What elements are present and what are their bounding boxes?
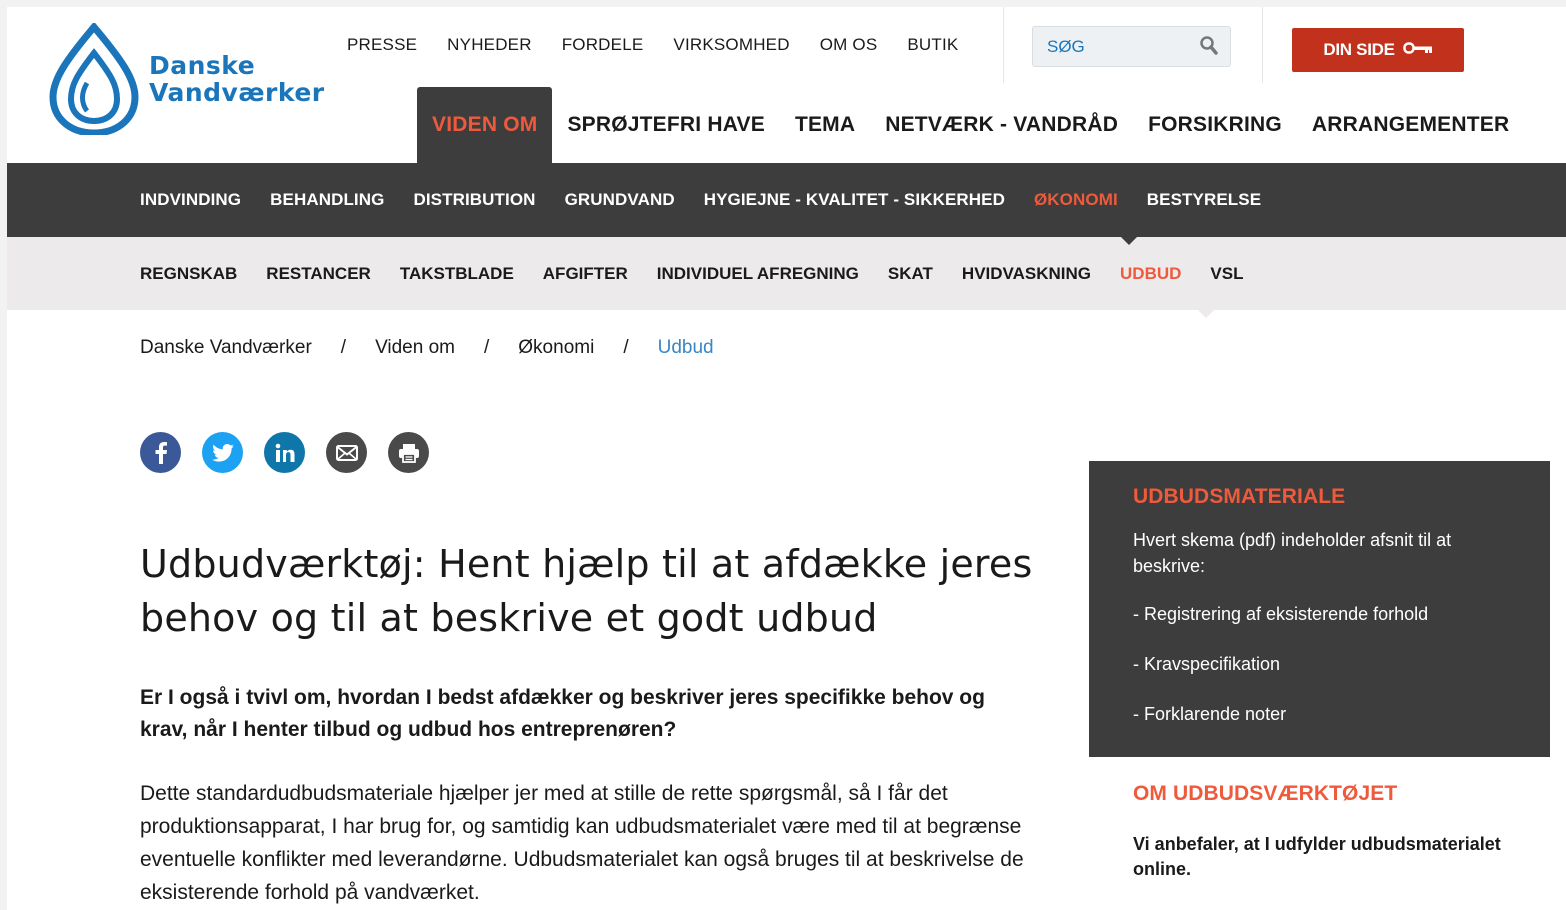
share-bar <box>140 432 450 473</box>
sub-sub-nav: REGNSKAB RESTANCER TAKSTBLADE AFGIFTER I… <box>7 237 1566 310</box>
breadcrumb-current: Udbud <box>657 337 714 358</box>
subsub-nav-afgifter[interactable]: AFGIFTER <box>543 264 628 284</box>
article-body: Dette standardudbudsmateriale hjælper je… <box>140 782 1024 904</box>
search-input[interactable] <box>1033 27 1193 66</box>
active-caret <box>1121 237 1137 245</box>
main-nav-arrangementer[interactable]: ARRANGEMENTER <box>1297 87 1524 163</box>
main-nav-netvaerk-vandraad[interactable]: NETVÆRK - VANDRÅD <box>870 87 1133 163</box>
breadcrumb-separator: / <box>340 337 347 358</box>
active-caret <box>1197 309 1215 318</box>
sidebar-box-item: - Kravspecifikation <box>1133 654 1281 674</box>
subsub-nav-individuel-afregning[interactable]: INDIVIDUEL AFREGNING <box>657 264 859 284</box>
subsub-nav-restancer[interactable]: RESTANCER <box>266 264 371 284</box>
subsub-nav-regnskab[interactable]: REGNSKAB <box>140 264 237 284</box>
breadcrumb-item[interactable]: Økonomi <box>518 337 594 359</box>
breadcrumb-separator: / <box>484 337 490 358</box>
logo-line-1: Danske <box>149 51 256 80</box>
sub-nav-grundvand[interactable]: GRUNDVAND <box>565 190 675 210</box>
logo-text: Danske Vandværker <box>149 52 325 106</box>
water-drop-logo-icon <box>49 23 139 135</box>
linkedin-icon[interactable] <box>264 432 305 473</box>
key-icon <box>1402 40 1433 60</box>
facebook-icon[interactable] <box>140 432 181 473</box>
header-divider <box>1003 7 1004 83</box>
site-header: Danske Vandværker PRESSE NYHEDER FORDELE… <box>7 7 1566 163</box>
mail-icon[interactable] <box>326 432 367 473</box>
subsub-nav-skat[interactable]: SKAT <box>888 264 933 284</box>
subsub-nav-takstblade[interactable]: TAKSTBLADE <box>400 264 514 284</box>
main-nav-forsikring[interactable]: FORSIKRING <box>1133 87 1297 163</box>
sub-nav-indvinding[interactable]: INDVINDING <box>140 190 241 210</box>
sidebar-box-item: - Registrering af eksisterende forhold <box>1133 604 1429 624</box>
page-title: Udbudværktøj: Hent hjælp til at afdække … <box>140 542 1033 640</box>
din-side-label: DIN SIDE <box>1323 40 1395 59</box>
search-icon[interactable] <box>1200 36 1218 61</box>
sidebar-section-title: OM UDBUDSVÆRKTØJET <box>1133 782 1398 805</box>
main-nav-tema[interactable]: TEMA <box>780 87 870 163</box>
top-nav-fordele[interactable]: FORDELE <box>562 35 644 55</box>
breadcrumb-separator: / <box>623 337 629 358</box>
page: Danske Vandværker PRESSE NYHEDER FORDELE… <box>7 7 1566 910</box>
top-nav-nyheder[interactable]: NYHEDER <box>447 35 532 55</box>
sidebar-box-title: UDBUDSMATERIALE <box>1133 485 1346 508</box>
sub-nav-distribution[interactable]: DISTRIBUTION <box>413 190 535 210</box>
main-nav-sproejtefri-have[interactable]: SPRØJTEFRI HAVE <box>552 87 779 163</box>
sub-nav: INDVINDING BEHANDLING DISTRIBUTION GRUND… <box>7 163 1566 237</box>
din-side-button[interactable]: DIN SIDE <box>1292 28 1464 72</box>
search-box <box>1032 26 1231 67</box>
sub-nav-behandling[interactable]: BEHANDLING <box>270 190 384 210</box>
udbudsmateriale-box: UDBUDSMATERIALE Hvert skema (pdf) indeho… <box>1089 461 1550 757</box>
sidebar-box-item: - Forklarende noter <box>1133 704 1287 724</box>
logo-line-2: Vandværker <box>149 78 325 107</box>
top-nav-presse[interactable]: PRESSE <box>347 35 417 55</box>
main-nav-viden-om[interactable]: VIDEN OM <box>417 87 553 163</box>
subsub-nav-vsl[interactable]: VSL <box>1210 264 1243 284</box>
om-udbudsvaerktoejet-section: OM UDBUDSVÆRKTØJET Vi anbefaler, at I ud… <box>1133 782 1513 882</box>
sub-nav-hygiejne[interactable]: HYGIEJNE - KVALITET - SIKKERHED <box>704 190 1005 210</box>
sidebar-section-text: Vi anbefaler, at I udfylder udbudsmateri… <box>1133 834 1501 879</box>
top-nav-virksomhed[interactable]: VIRKSOMHED <box>673 35 789 55</box>
breadcrumb-item[interactable]: Viden om <box>375 337 455 359</box>
sub-nav-oekonomi[interactable]: ØKONOMI <box>1034 190 1118 210</box>
subsub-nav-hvidvaskning[interactable]: HVIDVASKNING <box>962 264 1091 284</box>
breadcrumb-item[interactable]: Danske Vandværker <box>140 337 312 359</box>
top-nav: PRESSE NYHEDER FORDELE VIRKSOMHED OM OS … <box>347 35 988 55</box>
breadcrumb: Danske Vandværker / Viden om / Økonomi /… <box>140 337 714 359</box>
sub-nav-bestyrelse[interactable]: BESTYRELSE <box>1147 190 1261 210</box>
main-nav: VIDEN OM SPRØJTEFRI HAVE TEMA NETVÆRK - … <box>417 87 1524 163</box>
print-icon[interactable] <box>388 432 429 473</box>
header-divider <box>1262 7 1263 83</box>
top-nav-butik[interactable]: BUTIK <box>907 35 958 55</box>
article-lead: Er I også i tvivl om, hvordan I bedst af… <box>140 686 985 741</box>
logo[interactable]: Danske Vandværker <box>49 23 339 135</box>
sidebar-box-intro: Hvert skema (pdf) indeholder afsnit til … <box>1133 530 1452 576</box>
subsub-nav-udbud[interactable]: UDBUD <box>1120 264 1181 284</box>
twitter-icon[interactable] <box>202 432 243 473</box>
top-nav-om-os[interactable]: OM OS <box>820 35 878 55</box>
